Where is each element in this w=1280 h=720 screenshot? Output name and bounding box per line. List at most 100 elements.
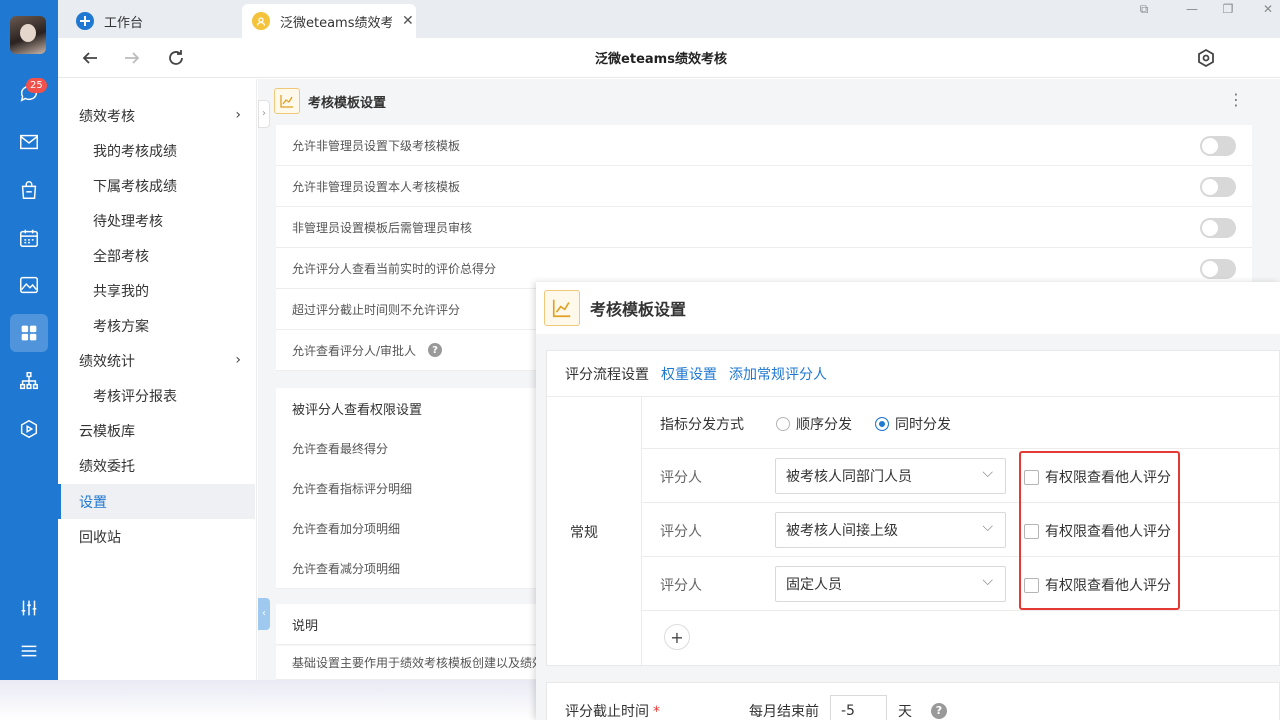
toggle-label: 允许非管理员设置下级考核模板 <box>292 138 461 153</box>
sidebar-item-plans[interactable]: 考核方案 <box>58 308 255 343</box>
avatar[interactable] <box>10 16 46 54</box>
tab-label: 工作台 <box>104 15 144 31</box>
highlight-box <box>1019 451 1180 610</box>
sidebar-item-label: 设置 <box>79 494 107 511</box>
deadline-days-input[interactable]: -5 <box>830 695 887 720</box>
page-title: 泛微eteams绩效考核 <box>595 52 727 67</box>
chart-icon <box>274 88 300 114</box>
sidebar-item-settings[interactable]: 设置 <box>58 484 255 519</box>
sidebar-item-label: 云模板库 <box>79 423 135 440</box>
sidebar-item-label: 绩效统计 <box>79 353 135 370</box>
help-icon[interactable]: ? <box>931 703 947 719</box>
sidebar-item-delegation[interactable]: 绩效委托 <box>58 448 255 483</box>
section-title: 被评分人查看权限设置 <box>292 402 423 418</box>
divider <box>641 397 642 667</box>
apps-grid-icon[interactable] <box>10 314 48 352</box>
maximize-icon[interactable]: ❐ <box>1216 2 1240 20</box>
note-text: 基础设置主要作用于绩效考核模板创建以及绩效 <box>292 656 545 670</box>
sidebar-item-pending[interactable]: 待处理考核 <box>58 203 255 238</box>
distribution-label: 指标分发方式 <box>660 417 744 433</box>
vertical-more-icon[interactable]: ⋮ <box>1228 90 1244 109</box>
chevron-right-icon: › <box>235 352 241 368</box>
sidebar-item-subordinate-scores[interactable]: 下属考核成绩 <box>58 168 255 203</box>
sidebar-item-all[interactable]: 全部考核 <box>58 238 255 273</box>
section-title: 说明 <box>292 618 319 634</box>
sidebar-item-template-library[interactable]: 云模板库 <box>58 413 255 448</box>
toggle-switch[interactable] <box>1200 259 1236 279</box>
sidebar-item-performance[interactable]: 绩效考核 › <box>58 98 255 133</box>
chevron-down-icon: ⌵ <box>982 465 993 481</box>
deadline-unit: 天 <box>898 704 912 720</box>
sidebar-item-label: 共享我的 <box>93 283 149 300</box>
tab-rating-flow[interactable]: 评分流程设置 <box>565 364 649 384</box>
chevron-down-icon: ⌵ <box>982 519 993 535</box>
toggle-row: 允许非管理员设置下级考核模板 <box>276 125 1252 166</box>
calendar-icon[interactable] <box>10 219 48 257</box>
divider <box>641 610 1280 611</box>
tab-label: 泛微eteams绩效考核 <box>280 15 392 31</box>
sidebar-item-shared[interactable]: 共享我的 <box>58 273 255 308</box>
panel-title: 考核模板设置 <box>590 300 687 319</box>
tab-performance[interactable]: 泛微eteams绩效考核 ✕ <box>242 4 416 38</box>
select-value: 被考核人同部门人员 <box>786 469 912 485</box>
toggle-label: 超过评分截止时间则不允许评分 <box>292 302 461 317</box>
more-icon[interactable] <box>1239 46 1263 70</box>
shopping-bag-icon[interactable] <box>10 171 48 209</box>
image-icon[interactable] <box>10 266 48 304</box>
sidebar-item-label: 考核方案 <box>93 318 149 335</box>
select-value: 被考核人间接上级 <box>786 523 898 539</box>
minimize-icon[interactable]: — <box>1180 2 1204 20</box>
rater-select[interactable]: 被考核人间接上级 ⌵ <box>775 512 1006 548</box>
sidebar-item-statistics[interactable]: 绩效统计 › <box>58 343 255 378</box>
add-rater-button[interactable]: + <box>664 624 690 650</box>
window-close-icon[interactable]: ✕ <box>1256 2 1280 20</box>
tab-add-regular-rater[interactable]: 添加常规评分人 <box>729 364 827 384</box>
menu-icon[interactable] <box>10 632 48 670</box>
chevron-right-icon: › <box>235 107 241 123</box>
divider <box>641 448 1280 449</box>
tab-workbench[interactable]: 工作台 <box>72 4 242 38</box>
restore-icon[interactable]: ⧉ <box>1132 2 1156 20</box>
toggle-row: 非管理员设置模板后需管理员审核 <box>276 207 1252 248</box>
toggle-switch[interactable] <box>1200 136 1236 156</box>
org-chart-icon[interactable] <box>10 362 48 400</box>
window-shadow <box>0 680 540 720</box>
rater-select[interactable]: 被考核人同部门人员 ⌵ <box>775 458 1006 494</box>
collapse-sidebar-handle[interactable]: › <box>258 100 270 128</box>
permission-label: 允许查看加分项明细 <box>292 521 401 536</box>
sidebar-item-label: 全部考核 <box>93 248 149 265</box>
sidebar-item-label: 待处理考核 <box>93 213 163 230</box>
radio-circle <box>776 417 790 431</box>
tab-weight-settings[interactable]: 权重设置 <box>661 364 717 384</box>
permission-label: 允许查看减分项明细 <box>292 561 401 576</box>
toggle-label: 允许查看评分人/审批人 <box>292 343 417 358</box>
toggle-label: 非管理员设置模板后需管理员审核 <box>292 220 473 235</box>
settings-card-title: 考核模板设置 <box>308 95 387 111</box>
sliders-icon[interactable] <box>10 589 48 627</box>
toggle-switch[interactable] <box>1200 218 1236 238</box>
radio-simultaneous[interactable]: 同时分发 <box>875 414 951 434</box>
settings-card-header: 考核模板设置 <box>274 86 386 116</box>
radio-sequential[interactable]: 顺序分发 <box>776 414 852 434</box>
rater-label: 评分人 <box>660 470 702 486</box>
row-label-regular: 常规 <box>570 525 598 541</box>
settings-hex-icon[interactable] <box>1194 46 1218 70</box>
sidebar-item-score-report[interactable]: 考核评分报表 <box>58 378 255 413</box>
mail-icon[interactable] <box>10 123 48 161</box>
select-value: 固定人员 <box>786 577 842 593</box>
permission-label: 允许查看指标评分明细 <box>292 481 413 496</box>
deadline-label-text: 评分截止时间 <box>565 704 649 720</box>
sidebar-item-label: 回收站 <box>79 529 121 546</box>
sidebar-item-my-scores[interactable]: 我的考核成绩 <box>58 133 255 168</box>
navigation-bar: 泛微eteams绩效考核 <box>58 38 1280 78</box>
sidebar-item-recycle-bin[interactable]: 回收站 <box>58 519 255 554</box>
rater-select[interactable]: 固定人员 ⌵ <box>775 566 1006 602</box>
expand-panel-handle[interactable]: ‹ <box>258 598 270 630</box>
permission-label: 允许查看最终得分 <box>292 441 389 456</box>
toggle-switch[interactable] <box>1200 177 1236 197</box>
close-icon[interactable]: ✕ <box>402 13 414 29</box>
help-icon[interactable]: ? <box>428 343 443 357</box>
cube-icon[interactable] <box>10 410 48 448</box>
workbench-icon <box>76 12 94 30</box>
sidebar-item-label: 考核评分报表 <box>93 388 177 405</box>
